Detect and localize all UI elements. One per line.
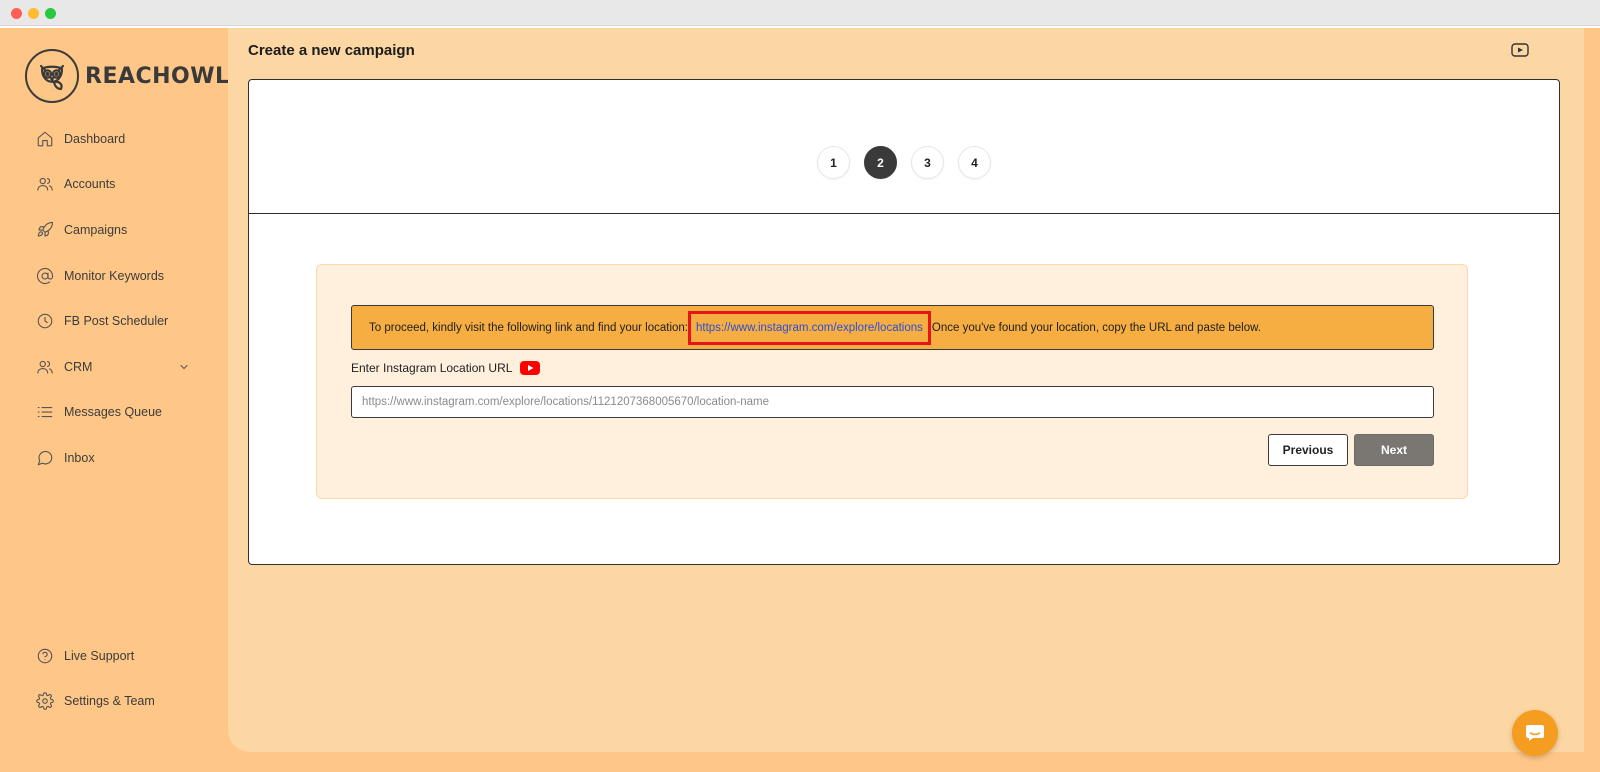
list-icon	[36, 403, 54, 421]
main-panel: Create a new campaign 1 2 3 4 To proceed…	[228, 28, 1584, 752]
support-chat-button[interactable]	[1512, 710, 1558, 756]
sidebar-item-messages-queue[interactable]: Messages Queue	[0, 390, 228, 436]
location-url-input[interactable]	[351, 386, 1434, 418]
minimize-window-button[interactable]	[28, 8, 39, 19]
next-button[interactable]: Next	[1354, 434, 1434, 466]
sidebar-item-label: Monitor Keywords	[64, 268, 165, 283]
step-4[interactable]: 4	[958, 146, 991, 179]
home-icon	[36, 130, 54, 148]
right-edge	[1584, 28, 1600, 772]
sidebar-bottom-nav: Live Support Settings & Team	[0, 633, 228, 724]
app-root: REACHOWL Dashboard Accounts Campaigns Mo…	[0, 28, 1600, 772]
sidebar: REACHOWL Dashboard Accounts Campaigns Mo…	[0, 28, 230, 772]
location-form: To proceed, kindly visit the following l…	[316, 264, 1468, 499]
gear-icon	[36, 692, 54, 711]
page-title: Create a new campaign	[248, 42, 415, 59]
brand-logo[interactable]: REACHOWL	[25, 49, 230, 103]
instruction-prefix: To proceed, kindly visit the following l…	[369, 321, 688, 334]
sidebar-item-campaigns[interactable]: Campaigns	[0, 207, 228, 253]
sidebar-item-label: Live Support	[64, 648, 135, 663]
sidebar-item-settings-team[interactable]: Settings & Team	[0, 679, 228, 725]
window-titlebar	[0, 0, 1600, 26]
rocket-icon	[36, 221, 54, 239]
step-3[interactable]: 3	[911, 146, 944, 179]
chat-bubble-icon	[1523, 721, 1547, 745]
sidebar-item-label: Campaigns	[64, 222, 128, 237]
campaign-wizard-card: 1 2 3 4 To proceed, kindly visit the fol…	[248, 79, 1560, 565]
sidebar-item-crm[interactable]: CRM	[0, 344, 228, 390]
location-url-label-text: Enter Instagram Location URL	[351, 361, 513, 375]
instruction-suffix: Once you've found your location, copy th…	[931, 321, 1261, 334]
maximize-window-button[interactable]	[45, 8, 56, 19]
step-1[interactable]: 1	[817, 146, 850, 179]
users-icon	[36, 175, 54, 193]
brand-name: REACHOWL	[85, 63, 230, 89]
sidebar-item-fb-post-scheduler[interactable]: FB Post Scheduler	[0, 298, 228, 344]
at-sign-icon	[36, 267, 54, 285]
help-circle-icon	[36, 647, 54, 665]
sidebar-item-label: Settings & Team	[64, 694, 155, 709]
step-indicator: 1 2 3 4	[249, 80, 1559, 214]
instruction-banner: To proceed, kindly visit the following l…	[351, 305, 1434, 350]
previous-button[interactable]: Previous	[1268, 434, 1348, 466]
youtube-icon[interactable]	[520, 361, 541, 375]
sidebar-item-inbox[interactable]: Inbox	[0, 435, 228, 481]
sidebar-item-label: FB Post Scheduler	[64, 314, 169, 329]
sidebar-item-label: Messages Queue	[64, 405, 162, 420]
chevron-down-icon[interactable]	[178, 361, 190, 373]
sidebar-item-live-support[interactable]: Live Support	[0, 633, 228, 679]
sidebar-item-label: Accounts	[64, 177, 116, 192]
instagram-locations-link[interactable]: https://www.instagram.com/explore/locati…	[687, 310, 931, 345]
owl-logo-icon	[25, 49, 79, 103]
clock-icon	[36, 312, 54, 330]
chat-icon	[36, 449, 54, 467]
sidebar-item-dashboard[interactable]: Dashboard	[0, 116, 228, 162]
location-url-label: Enter Instagram Location URL	[351, 361, 541, 375]
sidebar-nav: Dashboard Accounts Campaigns Monitor Key…	[0, 116, 228, 481]
sidebar-item-label: Dashboard	[64, 131, 126, 146]
sidebar-item-label: Inbox	[64, 450, 95, 465]
step-2-active[interactable]: 2	[864, 146, 897, 179]
sidebar-item-accounts[interactable]: Accounts	[0, 162, 228, 208]
video-tutorial-icon[interactable]	[1511, 43, 1529, 57]
close-window-button[interactable]	[11, 8, 22, 19]
sidebar-item-label: CRM	[64, 359, 93, 374]
sidebar-item-monitor-keywords[interactable]: Monitor Keywords	[0, 253, 228, 299]
users-icon	[36, 358, 54, 376]
